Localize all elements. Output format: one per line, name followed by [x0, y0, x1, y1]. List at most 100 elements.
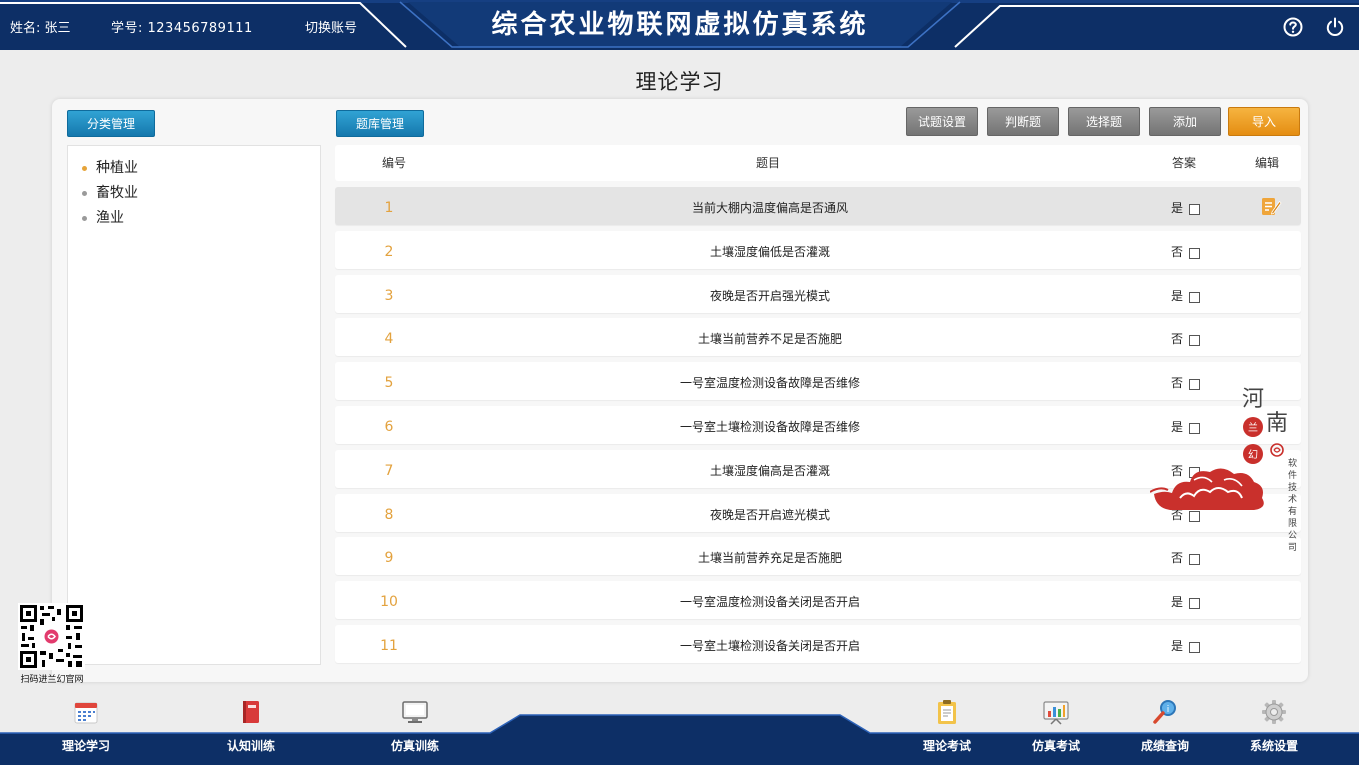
row-question: 土壤当前营养不足是否施肥 [697, 332, 842, 347]
category-label: 畜牧业 [96, 185, 138, 201]
page-title: 理论学习 [635, 70, 724, 94]
answer-checkbox[interactable] [1189, 598, 1200, 610]
table-header: 编号 题目 答案 编辑 [335, 145, 1301, 181]
table-row[interactable]: 10 一号室温度检测设备关闭是否开启 是 [335, 581, 1301, 620]
row-number: 10 [380, 594, 398, 611]
row-question: 一号室土壤检测设备关闭是否开启 [679, 638, 860, 653]
row-question: 夜晚是否开启遮光模式 [709, 507, 830, 522]
company-watermark: 河 南 兰 幻 软件技术有限公司 [1150, 380, 1297, 560]
table-row[interactable]: 2 土壤湿度偏低是否灌溉 否 [335, 230, 1301, 269]
table-row[interactable]: 4 土壤当前营养不足是否施肥 否 [335, 318, 1301, 357]
category-item-fishery[interactable]: 渔业 [82, 206, 320, 231]
table-row[interactable]: 3 夜晚是否开启强光模式 是 [335, 274, 1301, 313]
row-answer: 是 [1171, 638, 1184, 653]
row-number: 1 [384, 200, 394, 216]
logo-icon [1270, 443, 1284, 457]
true-false-button[interactable]: 判断题 [987, 107, 1059, 136]
row-number: 6 [384, 418, 394, 435]
watermark-char: 南 [1266, 411, 1289, 436]
table-row[interactable]: 1 当前大棚内温度偏高是否通风 是 [335, 187, 1301, 225]
multiple-choice-button[interactable]: 选择题 [1068, 107, 1140, 136]
nav-score-query[interactable]: i 成绩查询 [1115, 690, 1215, 765]
row-answer: 是 [1171, 595, 1184, 610]
nav-label: 理论考试 [922, 739, 971, 753]
header-edit: 编辑 [1255, 156, 1280, 170]
row-answer: 是 [1171, 201, 1184, 215]
category-label: 渔业 [96, 210, 124, 226]
add-button[interactable]: 添加 [1149, 107, 1221, 136]
qr-code-icon [18, 603, 85, 670]
nav-label: 仿真考试 [1031, 739, 1080, 753]
row-answer: 否 [1171, 244, 1184, 259]
row-question: 土壤湿度偏低是否灌溉 [709, 244, 830, 259]
category-label: 种植业 [96, 160, 138, 176]
edit-icon[interactable] [1260, 195, 1282, 217]
row-number: 5 [384, 375, 394, 392]
watermark-char: 河 [1242, 387, 1265, 412]
row-number: 4 [384, 331, 394, 348]
dot-icon [82, 191, 87, 196]
bottom-navigation: 理论学习 认知训练 仿真训练 理论考试 仿真考试 i 成绩查询 系统设置 [0, 690, 1359, 765]
category-list: 种植业 畜牧业 渔业 [68, 146, 320, 231]
top-bar: 姓名: 张三 学号: 123456789111 切换账号 综合农业物联网虚拟仿真… [0, 0, 1359, 50]
nav-label: 认知训练 [226, 739, 275, 753]
table-row[interactable]: 11 一号室土壤检测设备关闭是否开启 是 [335, 624, 1301, 663]
category-item-planting[interactable]: 种植业 [82, 156, 320, 181]
import-button[interactable]: 导入 [1228, 107, 1300, 136]
row-question: 一号室温度检测设备故障是否维修 [679, 376, 860, 391]
monitor-icon [402, 701, 428, 723]
magnifier-icon: i [1153, 700, 1176, 724]
answer-checkbox[interactable] [1189, 204, 1200, 215]
clipboard-icon [938, 700, 956, 724]
category-item-livestock[interactable]: 畜牧业 [82, 181, 320, 206]
category-list-panel: 种植业 畜牧业 渔业 [67, 145, 321, 665]
dot-icon [82, 216, 87, 221]
row-number: 8 [384, 506, 394, 523]
power-icon[interactable] [1325, 17, 1345, 37]
watermark-company-text: 软件技术有限公司 [1288, 459, 1298, 553]
nav-theory-exam[interactable]: 理论考试 [897, 690, 997, 765]
row-number: 3 [384, 287, 394, 304]
row-answer: 是 [1171, 288, 1184, 303]
row-question: 当前大棚内温度偏高是否通风 [691, 201, 848, 215]
answer-checkbox[interactable] [1189, 335, 1200, 347]
header-answer: 答案 [1172, 156, 1197, 170]
student-id: 学号: 123456789111 [111, 21, 253, 36]
nav-label: 理论学习 [61, 739, 110, 753]
row-number: 9 [384, 550, 394, 567]
switch-account-link[interactable]: 切换账号 [305, 0, 357, 50]
category-management-tab[interactable]: 分类管理 [67, 110, 155, 137]
gear-icon [1262, 700, 1286, 724]
auspicious-cloud-icon [1150, 468, 1264, 510]
row-question: 夜晚是否开启强光模式 [709, 288, 830, 303]
book-icon [243, 701, 259, 723]
nav-simulation-training[interactable]: 仿真训练 [365, 690, 465, 765]
row-question: 一号室温度检测设备关闭是否开启 [679, 595, 860, 610]
calendar-icon [74, 702, 98, 724]
nav-label: 仿真训练 [390, 739, 439, 753]
question-settings-button[interactable]: 试题设置 [906, 107, 978, 136]
nav-system-settings[interactable]: 系统设置 [1224, 690, 1324, 765]
answer-checkbox[interactable] [1189, 641, 1200, 653]
row-number: 7 [384, 462, 394, 479]
row-question: 土壤当前营养充足是否施肥 [697, 551, 842, 566]
app-title: 综合农业物联网虚拟仿真系统 [491, 10, 869, 40]
nav-theory-study[interactable]: 理论学习 [36, 690, 136, 765]
main-panel: 分类管理 题库管理 种植业 畜牧业 渔业 试题设置 判断题 选择题 添加 导入 … [52, 99, 1308, 682]
row-number: 11 [380, 637, 398, 654]
user-name: 姓名: 张三 [10, 21, 71, 36]
row-answer: 否 [1171, 332, 1184, 347]
row-question: 土壤湿度偏高是否灌溉 [709, 463, 830, 478]
header-question: 题目 [756, 156, 781, 170]
answer-checkbox[interactable] [1189, 291, 1200, 303]
svg-text:兰: 兰 [1248, 421, 1258, 434]
header-number: 编号 [382, 156, 407, 170]
help-icon[interactable] [1283, 17, 1303, 37]
question-bank-tab[interactable]: 题库管理 [336, 110, 424, 137]
row-question: 一号室土壤检测设备故障是否维修 [679, 419, 860, 434]
nav-simulation-exam[interactable]: 仿真考试 [1006, 690, 1106, 765]
qr-caption: 扫码进兰幻官网 [20, 675, 84, 685]
answer-checkbox[interactable] [1189, 247, 1200, 259]
chart-board-icon [1043, 701, 1069, 725]
nav-cognitive-training[interactable]: 认知训练 [201, 690, 301, 765]
